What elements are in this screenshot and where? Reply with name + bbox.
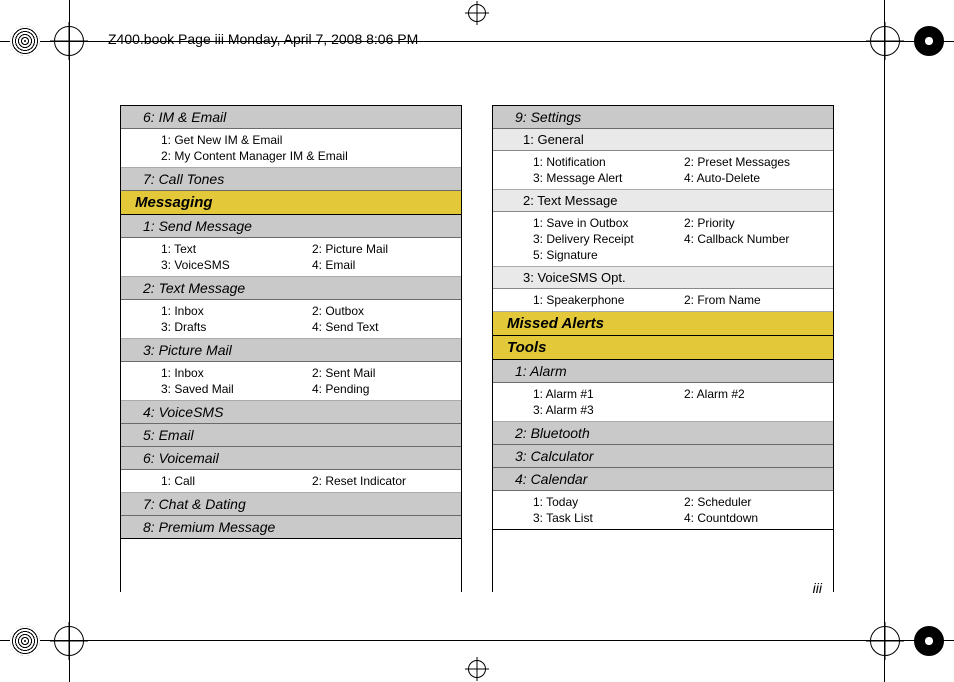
- section-messaging: Messaging: [121, 191, 461, 215]
- item: 4: Send Text: [312, 320, 455, 334]
- registration-mark-icon: [468, 4, 486, 22]
- submenu-items: 1: Inbox 2: Sent Mail 3: Saved Mail 4: P…: [121, 362, 461, 401]
- item: 2: Reset Indicator: [312, 474, 455, 488]
- item: 3: Message Alert: [533, 171, 676, 185]
- menu-item-alarm: 1: Alarm: [493, 360, 833, 383]
- crop-line-right: [884, 0, 885, 682]
- item: 4: Email: [312, 258, 455, 272]
- registration-mark-icon: [468, 660, 486, 678]
- item: 3: Alarm #3: [533, 403, 676, 417]
- item: 3: Saved Mail: [161, 382, 304, 396]
- menu-item-bluetooth: 2: Bluetooth: [493, 422, 833, 445]
- submenu-items: 1: Save in Outbox 2: Priority 3: Deliver…: [493, 212, 833, 267]
- item: 2: My Content Manager IM & Email: [161, 149, 455, 163]
- submenu-voicesms-opt: 3: VoiceSMS Opt.: [493, 267, 833, 289]
- disc-icon: [914, 26, 944, 56]
- submenu-items: 1: Inbox 2: Outbox 3: Drafts 4: Send Tex…: [121, 300, 461, 339]
- item: 1: Inbox: [161, 304, 304, 318]
- item: 1: Speakerphone: [533, 293, 676, 307]
- menu-item-chat-dating: 7: Chat & Dating: [121, 493, 461, 516]
- menu-item-voicemail: 6: Voicemail: [121, 447, 461, 470]
- left-column: 6: IM & Email 1: Get New IM & Email 2: M…: [120, 105, 462, 592]
- item: 1: Text: [161, 242, 304, 256]
- registration-mark-icon: [870, 626, 900, 656]
- item: 2: Scheduler: [684, 495, 827, 509]
- item: 4: Auto-Delete: [684, 171, 827, 185]
- item: 3: Drafts: [161, 320, 304, 334]
- disc-icon: [914, 626, 944, 656]
- item: [684, 403, 827, 417]
- menu-item-picture-mail: 3: Picture Mail: [121, 339, 461, 362]
- menu-item-email: 5: Email: [121, 424, 461, 447]
- menu-item-calculator: 3: Calculator: [493, 445, 833, 468]
- item: 1: Get New IM & Email: [161, 133, 455, 147]
- item: 1: Today: [533, 495, 676, 509]
- item: 2: Outbox: [312, 304, 455, 318]
- menu-item-im-email: 6: IM & Email: [121, 105, 461, 129]
- registration-mark-icon: [54, 626, 84, 656]
- submenu-items: 1: Speakerphone 2: From Name: [493, 289, 833, 312]
- item: 4: Callback Number: [684, 232, 827, 246]
- item: 2: Priority: [684, 216, 827, 230]
- item: 1: Inbox: [161, 366, 304, 380]
- submenu-general: 1: General: [493, 129, 833, 151]
- item: 4: Pending: [312, 382, 455, 396]
- target-icon: [10, 26, 40, 56]
- menu-item-calendar: 4: Calendar: [493, 468, 833, 491]
- page-content: 6: IM & Email 1: Get New IM & Email 2: M…: [120, 105, 834, 592]
- item: 4: Countdown: [684, 511, 827, 525]
- submenu-items: 1: Get New IM & Email 2: My Content Mana…: [121, 129, 461, 168]
- item: 2: Alarm #2: [684, 387, 827, 401]
- menu-item-voicesms: 4: VoiceSMS: [121, 401, 461, 424]
- submenu-items: 1: Notification 2: Preset Messages 3: Me…: [493, 151, 833, 190]
- item: 3: VoiceSMS: [161, 258, 304, 272]
- section-missed-alerts: Missed Alerts: [493, 312, 833, 336]
- item: 1: Alarm #1: [533, 387, 676, 401]
- section-tools: Tools: [493, 336, 833, 360]
- item: 2: Picture Mail: [312, 242, 455, 256]
- item: 2: From Name: [684, 293, 827, 307]
- item: 2: Preset Messages: [684, 155, 827, 169]
- submenu-items: 1: Text 2: Picture Mail 3: VoiceSMS 4: E…: [121, 238, 461, 277]
- item: 5: Signature: [533, 248, 676, 262]
- target-icon: [10, 626, 40, 656]
- item: 3: Task List: [533, 511, 676, 525]
- registration-mark-icon: [870, 26, 900, 56]
- menu-item-text-message: 2: Text Message: [121, 277, 461, 300]
- crop-line-left: [69, 0, 70, 682]
- menu-item-send-message: 1: Send Message: [121, 215, 461, 238]
- submenu-text-message: 2: Text Message: [493, 190, 833, 212]
- submenu-items: 1: Today 2: Scheduler 3: Task List 4: Co…: [493, 491, 833, 530]
- registration-mark-icon: [54, 26, 84, 56]
- menu-item-call-tones: 7: Call Tones: [121, 168, 461, 191]
- menu-item-premium-message: 8: Premium Message: [121, 516, 461, 539]
- menu-item-settings: 9: Settings: [493, 105, 833, 129]
- right-column: 9: Settings 1: General 1: Notification 2…: [492, 105, 834, 592]
- item: [684, 248, 827, 262]
- running-header: Z400.book Page iii Monday, April 7, 2008…: [108, 31, 418, 47]
- crop-line-bottom: [0, 640, 954, 641]
- item: 2: Sent Mail: [312, 366, 455, 380]
- item: 3: Delivery Receipt: [533, 232, 676, 246]
- item: 1: Notification: [533, 155, 676, 169]
- submenu-items: 1: Alarm #1 2: Alarm #2 3: Alarm #3: [493, 383, 833, 422]
- page-number: iii: [813, 580, 822, 596]
- item: 1: Call: [161, 474, 304, 488]
- item: 1: Save in Outbox: [533, 216, 676, 230]
- submenu-items: 1: Call 2: Reset Indicator: [121, 470, 461, 493]
